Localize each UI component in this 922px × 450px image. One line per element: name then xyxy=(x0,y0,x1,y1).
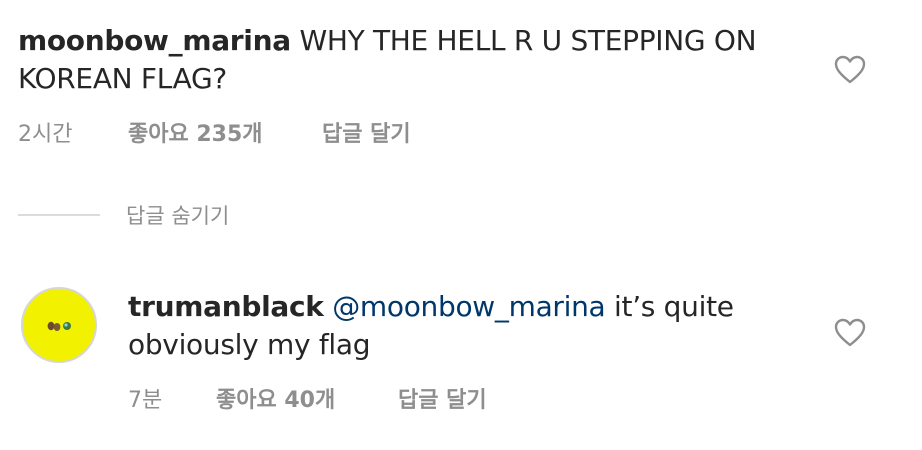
reply-mention-link[interactable]: @moonbow_marina xyxy=(332,290,606,323)
reply-username[interactable]: trumanblack xyxy=(128,290,324,323)
reply-text-block: trumanblack @moonbow_marina it’s quite o… xyxy=(128,288,808,364)
reply-button[interactable]: 답글 달기 xyxy=(322,116,411,148)
reply-likes-count[interactable]: 좋아요 40개 xyxy=(216,382,398,414)
avatar[interactable] xyxy=(21,287,97,363)
comment-text-block: moonbow_marina WHY THE HELL R U STEPPING… xyxy=(18,22,818,98)
hide-replies-label: 답글 숨기기 xyxy=(126,204,230,228)
comment-username[interactable]: moonbow_marina xyxy=(18,24,291,57)
reply-time: 7분 xyxy=(128,388,163,413)
reply-button[interactable]: 답글 달기 xyxy=(398,382,487,414)
comment-time: 2시간 xyxy=(18,122,73,147)
avatar-image xyxy=(47,321,71,331)
like-heart-icon[interactable] xyxy=(834,318,866,348)
hide-replies-toggle[interactable]: 답글 숨기기 xyxy=(18,200,229,230)
comment-likes-count[interactable]: 좋아요 235개 xyxy=(128,116,322,148)
comment-meta-row: 2시간 좋아요 235개 답글 달기 xyxy=(18,116,411,148)
reply-meta-row: 7분 좋아요 40개 답글 달기 xyxy=(128,382,487,414)
like-heart-icon[interactable] xyxy=(834,55,866,85)
divider-line xyxy=(18,214,100,216)
